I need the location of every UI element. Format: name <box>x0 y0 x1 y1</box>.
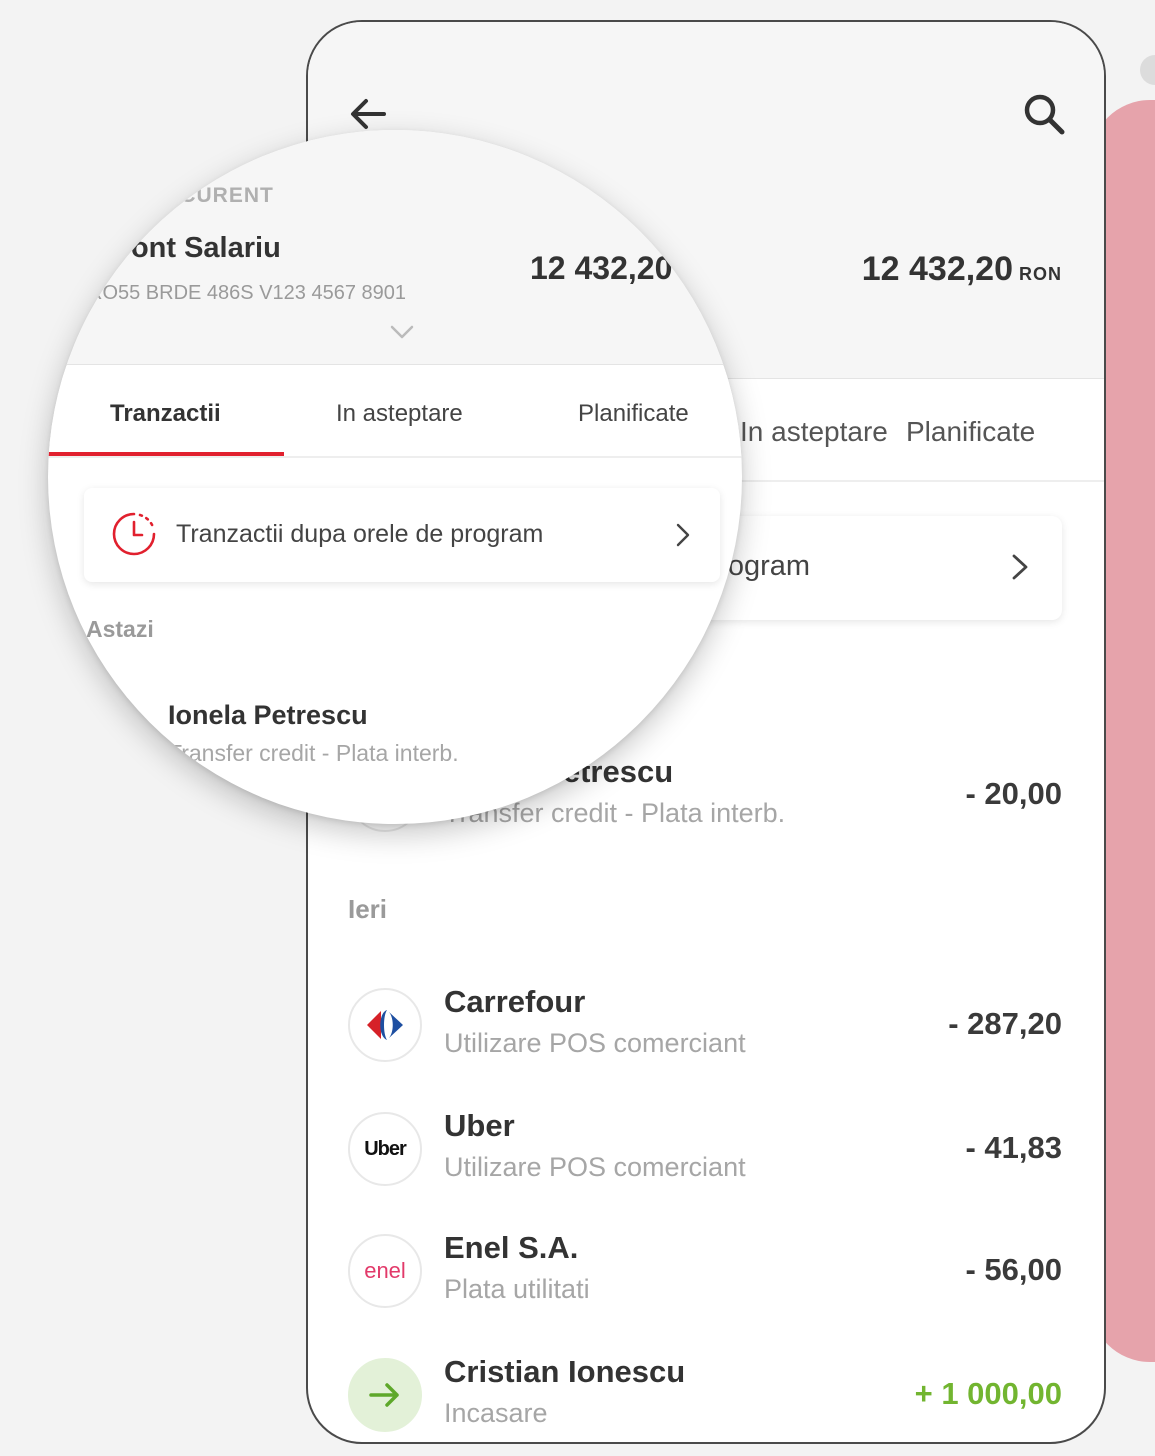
transaction-amount: + 1 000,00 <box>914 1376 1062 1411</box>
chevron-down-icon[interactable] <box>388 322 416 342</box>
arrow-right-icon <box>369 1383 399 1407</box>
transaction-amount: - 41,83 <box>965 1130 1062 1165</box>
transaction-description: Incasare <box>444 1398 548 1428</box>
transaction-amount: - 287,20 <box>948 1006 1062 1041</box>
chevron-right-icon <box>1012 554 1028 580</box>
after-hours-label-magnified: Tranzactii dupa orele de program <box>176 520 544 548</box>
section-today: Astazi <box>86 616 154 642</box>
incoming-arrow-icon <box>348 1358 422 1432</box>
transaction-row[interactable]: enel Enel S.A. Plata utilitati - 56,00 <box>348 1226 1062 1316</box>
uber-logo-text: Uber <box>364 1137 407 1160</box>
transaction-name: Enel S.A. <box>444 1230 579 1265</box>
search-icon[interactable] <box>1020 90 1068 138</box>
transaction-row[interactable]: Carrefour Utilizare POS comerciant - 287… <box>348 980 1062 1070</box>
balance-currency: RON <box>1019 264 1062 284</box>
transaction-row[interactable]: Uber Uber Utilizare POS comerciant - 41,… <box>348 1104 1062 1194</box>
enel-logo: enel <box>348 1234 422 1308</box>
enel-logo-text: enel <box>364 1258 406 1283</box>
uber-logo: Uber <box>348 1112 422 1186</box>
account-name: Cont Salariu <box>110 232 281 264</box>
transaction-amount: - 56,00 <box>965 1252 1062 1287</box>
transaction-name-magnified: Ionela Petrescu <box>168 700 368 730</box>
active-tab-indicator <box>48 452 284 456</box>
transaction-name: Uber <box>444 1108 515 1143</box>
after-hours-card-magnified[interactable]: Tranzactii dupa orele de program <box>84 488 720 582</box>
transaction-row[interactable]: Cristian Ionescu Incasare + 1 000,00 <box>348 1350 1062 1440</box>
transaction-name: Cristian Ionescu <box>444 1354 686 1389</box>
chevron-right-icon <box>676 523 690 547</box>
background-dot <box>1140 55 1155 85</box>
transaction-description-magnified: Transfer credit - Plata interb. <box>168 740 459 766</box>
balance-amount: 12 432,20 <box>861 250 1013 288</box>
account-type-label: CONT CURENT <box>110 184 274 207</box>
magnifier-bubble: CONT CURENT Cont Salariu RO55 BRDE 486S … <box>48 130 742 824</box>
magnified-account-header: CONT CURENT Cont Salariu RO55 BRDE 486S … <box>48 130 742 365</box>
carrefour-icon <box>367 1010 403 1040</box>
magnifier-content: CONT CURENT Cont Salariu RO55 BRDE 486S … <box>48 130 742 824</box>
magnified-tabs-bar: Tranzactii In asteptare Planificate <box>48 366 742 458</box>
transaction-description: Utilizare POS comerciant <box>444 1152 746 1182</box>
tab-transactions[interactable]: Tranzactii <box>110 400 221 428</box>
clock-icon <box>112 512 156 556</box>
transaction-description: Plata utilitati <box>444 1274 590 1304</box>
transaction-name: Carrefour <box>444 984 586 1019</box>
account-balance: 12 432,20 RON <box>862 250 1062 289</box>
carrefour-logo <box>348 988 422 1062</box>
tab-pending-magnified[interactable]: In asteptare <box>336 400 463 428</box>
transaction-description: Utilizare POS comerciant <box>444 1028 746 1058</box>
section-yesterday: Ieri <box>348 894 388 924</box>
tab-scheduled[interactable]: Planificate <box>906 416 1035 448</box>
magnified-balance: 12 432,20 <box>530 250 673 286</box>
tab-scheduled-magnified[interactable]: Planificate <box>578 400 689 428</box>
account-iban: RO55 BRDE 486S V123 4567 8901 <box>88 282 406 304</box>
transaction-amount: - 20,00 <box>965 776 1062 811</box>
tab-pending[interactable]: In asteptare <box>740 416 888 448</box>
